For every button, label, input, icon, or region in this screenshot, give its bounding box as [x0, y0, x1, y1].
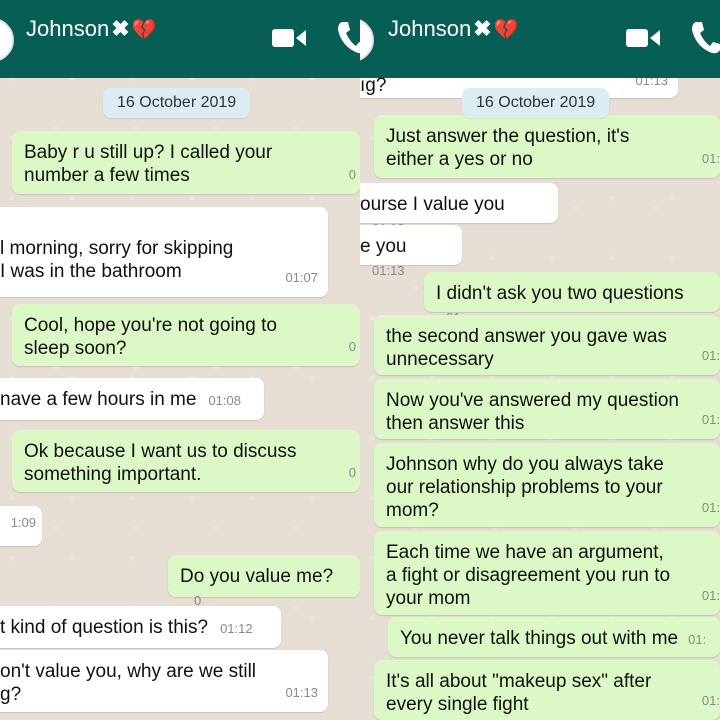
message-text: You never talk things out with me	[400, 628, 679, 649]
message-text: t kind of question is this?	[0, 617, 209, 638]
message-time: 0	[348, 167, 356, 182]
broken-heart-icon: 💔	[131, 19, 157, 41]
message-bubble-outgoing[interactable]: Baby r u still up? I called your number …	[12, 131, 360, 194]
message-time: 01:13	[285, 685, 318, 700]
message-text: ourse I value you	[360, 194, 505, 215]
message-bubble-outgoing[interactable]: I didn't ask you two questions01:	[424, 272, 720, 325]
cross-mark: ✖	[473, 16, 492, 41]
date-separator: 16 October 2019	[462, 88, 610, 118]
phone-call-icon[interactable]	[690, 20, 720, 54]
message-bubble-incoming[interactable]: l morning, sorry for skipping I was in t…	[0, 207, 328, 297]
contact-name-text: Johnson	[26, 16, 110, 41]
chat-panel-left: Johnson✖ 💔 16 October 2019 Baby r u still…	[0, 0, 360, 720]
video-call-icon[interactable]	[626, 27, 660, 49]
message-time: 01:	[701, 500, 720, 515]
message-text: Do you value me?	[180, 566, 334, 587]
message-text: It's all about "makeup sex" after every …	[386, 671, 652, 715]
cross-mark: ✖	[111, 16, 130, 41]
message-time: 0	[348, 339, 356, 354]
contact-name-text: Johnson	[388, 16, 472, 41]
message-time: 01:	[701, 588, 720, 603]
message-bubble-outgoing[interactable]: Cool, hope you're not going to sleep soo…	[12, 304, 360, 366]
message-text: nave a few hours in me	[0, 389, 197, 410]
message-bubble-incoming[interactable]: 1:09	[0, 506, 42, 546]
message-text: the second answer you gave was unnecessa…	[386, 326, 667, 370]
contact-avatar[interactable]	[0, 18, 14, 62]
message-bubble-outgoing[interactable]: Now you've answered my question then ans…	[374, 379, 720, 439]
message-text: ıg?	[360, 75, 387, 96]
message-bubble-incoming[interactable]: nave a few hours in me 01:08	[0, 378, 264, 420]
message-time: 0	[348, 465, 356, 480]
message-text: on't value you, why are we still g?	[0, 661, 257, 705]
message-text: Johnson why do you always take our relat…	[386, 454, 664, 521]
message-text: Baby r u still up? I called your number …	[24, 142, 273, 186]
message-text: e you	[360, 236, 407, 257]
phone-call-icon[interactable]	[336, 20, 360, 54]
message-time: 01:07	[285, 270, 318, 285]
message-time: 01:	[701, 412, 720, 427]
message-time: 01:	[701, 348, 720, 363]
message-time: 01:08	[208, 393, 241, 408]
date-separator: 16 October 2019	[103, 88, 251, 118]
message-bubble-outgoing[interactable]: Each time we have an argument, a fight o…	[374, 531, 720, 615]
message-time: 01:	[701, 151, 720, 166]
message-text: Just answer the question, it's either a …	[386, 126, 630, 170]
message-text: l morning, sorry for skipping I was in t…	[0, 238, 234, 282]
message-bubble-incoming[interactable]: e you 01:13	[360, 225, 462, 278]
contact-avatar[interactable]	[360, 18, 374, 62]
message-bubble-outgoing[interactable]: Just answer the question, it's either a …	[374, 115, 720, 178]
message-text: Now you've answered my question then ans…	[386, 390, 679, 434]
message-text: Each time we have an argument, a fight o…	[386, 542, 671, 609]
message-bubble-incoming[interactable]: ourse I value you01:13	[360, 183, 558, 236]
chat-panel-right: Johnson✖ 💔 ıg? 01:13 16 October 2019 Just…	[360, 0, 720, 720]
message-bubble-outgoing[interactable]: It's all about "makeup sex" after every …	[374, 660, 720, 720]
message-text: I didn't ask you two questions	[436, 283, 684, 304]
message-bubble-outgoing[interactable]: Johnson why do you always take our relat…	[374, 443, 720, 527]
message-bubble-outgoing[interactable]: the second answer you gave was unnecessa…	[374, 315, 720, 375]
video-call-icon[interactable]	[272, 27, 306, 49]
message-bubble-incoming[interactable]: t kind of question is this? 01:12	[0, 606, 281, 648]
message-bubble-outgoing[interactable]: You never talk things out with me 01:	[388, 617, 720, 657]
message-bubble-outgoing[interactable]: Do you value me?0	[168, 555, 360, 608]
message-bubble-incoming[interactable]: on't value you, why are we still g? 01:1…	[0, 650, 328, 712]
message-time: 01:	[701, 693, 720, 708]
broken-heart-icon: 💔	[493, 19, 519, 41]
contact-name[interactable]: Johnson✖ 💔	[388, 16, 519, 42]
chat-header: Johnson✖ 💔	[360, 0, 720, 78]
message-time: 01:13	[372, 263, 405, 278]
message-text: Cool, hope you're not going to sleep soo…	[24, 315, 277, 359]
message-time: 01:12	[220, 621, 253, 636]
message-text: Ok because I want us to discuss somethin…	[24, 441, 297, 485]
message-time: 01:	[688, 632, 707, 647]
message-bubble-outgoing[interactable]: Ok because I want us to discuss somethin…	[12, 430, 360, 492]
message-time: 1:09	[10, 515, 36, 530]
chat-header: Johnson✖ 💔	[0, 0, 360, 78]
contact-name[interactable]: Johnson✖ 💔	[26, 16, 157, 42]
